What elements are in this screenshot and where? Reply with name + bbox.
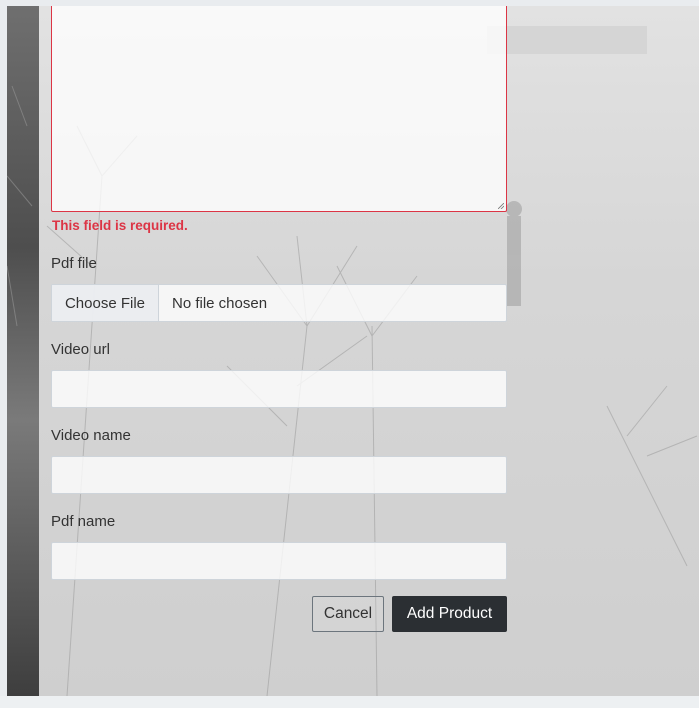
background-photo: This field is required. Pdf file Choose …: [7, 6, 699, 696]
page-bottom-bar: [0, 696, 699, 708]
pdf-name-input[interactable]: [51, 542, 507, 580]
video-url-label: Video url: [51, 341, 110, 358]
pdf-file-input[interactable]: Choose File No file chosen: [51, 284, 507, 322]
video-url-input[interactable]: [51, 370, 507, 408]
cancel-button[interactable]: Cancel: [312, 596, 384, 632]
pdf-name-label: Pdf name: [51, 513, 116, 530]
description-textarea[interactable]: [51, 6, 507, 212]
pdf-file-label: Pdf file: [51, 255, 97, 272]
file-status-text: No file chosen: [172, 294, 268, 312]
add-product-button[interactable]: Add Product: [392, 596, 507, 632]
video-name-input[interactable]: [51, 456, 507, 494]
resize-grip-icon[interactable]: [498, 203, 504, 209]
choose-file-button[interactable]: Choose File: [52, 285, 159, 321]
description-error-message: This field is required.: [52, 218, 188, 233]
video-name-label: Video name: [51, 427, 131, 444]
